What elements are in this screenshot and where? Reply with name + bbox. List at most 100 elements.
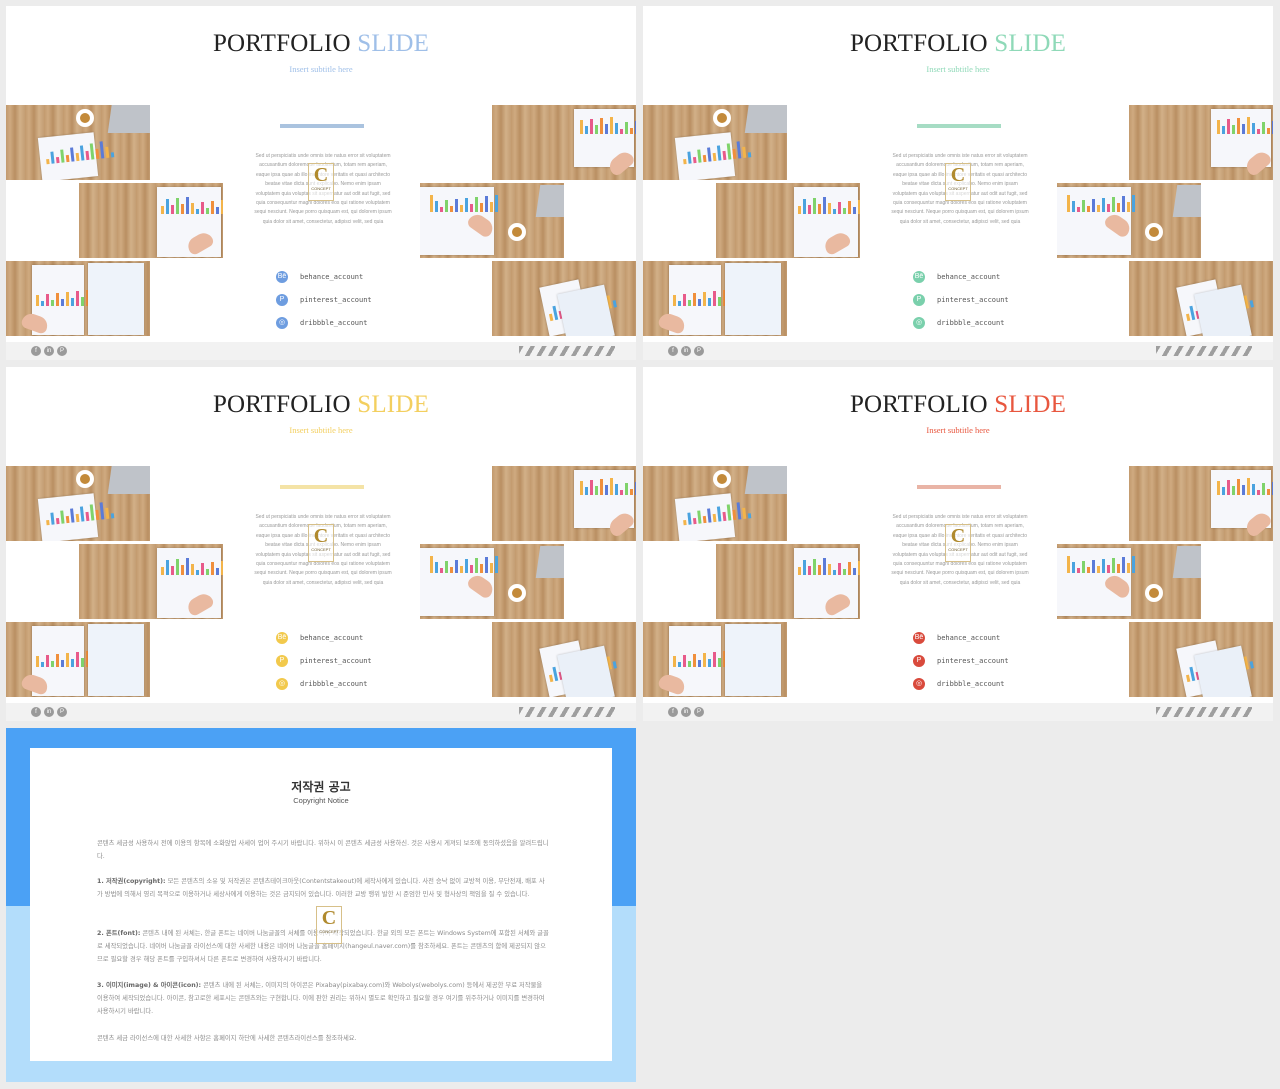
logo-text: CONCEPT [311,186,331,191]
slide-footer: f in P [6,703,636,721]
social-label: dribbble_account [300,319,368,327]
social-label: behance_account [937,273,1001,281]
portfolio-photo [6,261,150,336]
slide-title-accent: SLIDE [994,30,1067,57]
portfolio-photo [643,105,787,180]
footer-social-icons: f in P [31,346,67,356]
title-divider [917,124,1001,128]
social-label: pinterest_account [937,296,1009,304]
pinterest-icon[interactable]: P [57,707,67,717]
portfolio-photo [1129,466,1273,541]
notice-subtitle: Copyright Notice [293,796,349,805]
footer-stripes [1156,346,1252,356]
portfolio-slide[interactable]: PORTFOLIO SLIDE Insert subtitle here Sed u… [6,6,636,360]
pinterest-icon[interactable]: P [694,707,704,717]
watermark-logo: C CONCEPT [945,163,971,201]
watermark-logo: C CONCEPT [316,906,342,944]
notice-intro: 콘텐츠 세금성 사용하시 전에 이용의 항목에 소화않업 사세이 업어 주시기 … [97,840,549,860]
portfolio-slide[interactable]: PORTFOLIO SLIDE Insert subtitle here Sed u… [6,367,636,721]
slide-title: PORTFOLIO SLIDE [643,30,1273,58]
social-link-dribbble[interactable]: ◎ dribbble_account [913,677,1004,691]
facebook-icon[interactable]: f [31,346,41,356]
footer-social-icons: f in P [668,346,704,356]
watermark-logo: C CONCEPT [308,163,334,201]
social-label: behance_account [937,634,1001,642]
slide-footer: f in P [6,342,636,360]
social-link-behance[interactable]: Bē behance_account [276,270,363,284]
notice-paragraph-image: 3. 이미지(image) & 아이콘(icon): 콘텐츠 내에 된 서체는,… [97,980,549,1018]
slide-footer: f in P [643,342,1273,360]
social-link-pinterest[interactable]: Ppinterest_account [913,293,1009,307]
portfolio-slide[interactable]: PORTFOLIO SLIDE Insert subtitle here Sed u… [643,367,1273,721]
dribbble-icon: ◎ [913,317,925,329]
pinterest-icon[interactable]: P [57,346,67,356]
logo-text: CONCEPT [311,547,331,552]
linkedin-icon[interactable]: in [44,346,54,356]
behance-icon: Bē [276,632,288,644]
facebook-icon[interactable]: f [668,346,678,356]
copyright-notice-panel: 저작권 공고 Copyright Notice 콘텐츠 세금성 사용하시 전에 … [6,728,636,1082]
portfolio-photo [420,183,564,258]
social-link-dribbble[interactable]: ◎ dribbble_account [276,677,367,691]
footer-social-icons: f in P [31,707,67,717]
logo-letter: C [950,525,966,547]
portfolio-slide[interactable]: PORTFOLIO SLIDE Insert subtitle here Sed u… [643,6,1273,360]
logo-text: CONCEPT [948,547,968,552]
notice-card: 저작권 공고 Copyright Notice 콘텐츠 세금성 사용하시 전에 … [30,748,612,1061]
portfolio-photo [420,544,564,619]
linkedin-icon[interactable]: in [681,707,691,717]
slide-title-main: PORTFOLIO [212,30,351,57]
portfolio-photo [716,544,860,619]
slide-title-main: PORTFOLIO [212,391,351,418]
pinterest-icon: P [276,655,288,667]
linkedin-icon[interactable]: in [681,346,691,356]
social-link-behance[interactable]: Bē behance_account [276,631,363,645]
logo-text: CONCEPT [948,186,968,191]
slide-subtitle: Insert subtitle here [289,64,353,74]
notice-paragraph-heading: 1. 저작권(copyright): [97,878,166,885]
logo-letter: C [321,907,337,929]
notice-outro: 콘텐츠 세금 라이선스에 대한 사세한 사항은 홈페이지 하단에 사세한 콘텐츠… [97,1035,357,1042]
facebook-icon[interactable]: f [31,707,41,717]
footer-social-icons: f in P [668,707,704,717]
portfolio-photo [492,466,636,541]
portfolio-photo [6,622,150,697]
social-link-behance[interactable]: Bē behance_account [913,270,1000,284]
footer-stripes [519,707,615,717]
social-link-dribbble[interactable]: ◎ dribbble_account [913,316,1004,330]
portfolio-photo [79,544,223,619]
social-label: dribbble_account [937,680,1005,688]
slide-subtitle: Insert subtitle here [289,425,353,435]
dribbble-icon: ◎ [276,317,288,329]
social-link-behance[interactable]: Bē behance_account [913,631,1000,645]
watermark-logo: C CONCEPT [308,524,334,562]
portfolio-photo [1129,105,1273,180]
facebook-icon[interactable]: f [668,707,678,717]
slide-title: PORTFOLIO SLIDE [6,30,636,58]
notice-paragraph-heading: 3. 이미지(image) & 아이콘(icon): [97,982,202,989]
title-divider [280,124,364,128]
behance-icon: Bē [913,632,925,644]
portfolio-photo [1057,544,1201,619]
pinterest-icon: P [913,294,925,306]
dribbble-icon: ◎ [913,678,925,690]
portfolio-photo [643,261,787,336]
social-label: behance_account [300,273,364,281]
social-link-pinterest[interactable]: Ppinterest_account [913,654,1009,668]
slide-title-accent: SLIDE [357,30,430,57]
social-link-dribbble[interactable]: ◎ dribbble_account [276,316,367,330]
title-divider [917,485,1001,489]
linkedin-icon[interactable]: in [44,707,54,717]
pinterest-icon: P [276,294,288,306]
notice-paragraph-copyright: 1. 저작권(copyright): 모든 콘텐츠의 소유 및 저작권은 콘텐츠… [97,876,549,902]
behance-icon: Bē [913,271,925,283]
behance-icon: Bē [276,271,288,283]
pinterest-icon[interactable]: P [694,346,704,356]
notice-paragraph-heading: 2. 폰트(font): [97,930,141,937]
watermark-logo: C CONCEPT [945,524,971,562]
social-link-pinterest[interactable]: Ppinterest_account [276,654,372,668]
social-label: dribbble_account [300,680,368,688]
social-link-pinterest[interactable]: Ppinterest_account [276,293,372,307]
portfolio-photo [79,183,223,258]
slide-title: PORTFOLIO SLIDE [643,391,1273,419]
